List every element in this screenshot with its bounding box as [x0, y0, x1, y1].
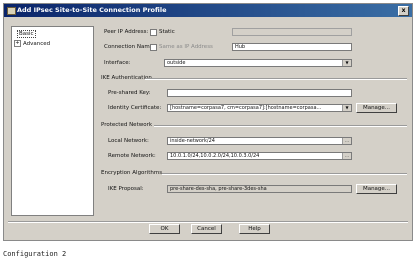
divider [154, 125, 407, 127]
chevron-down-icon[interactable]: ▼ [342, 105, 351, 111]
dialog-window: Add IPsec Site-to-Site Connection Profil… [3, 3, 413, 241]
connection-name-input[interactable]: Hub [232, 43, 352, 51]
tree-item-basic[interactable]: Basic [17, 30, 36, 38]
ellipsis-icon[interactable]: … [342, 153, 351, 159]
close-button[interactable]: x [398, 6, 409, 16]
identity-certificate-value: [hostname=corpasa7, cm=corpasa7]:[hostna… [170, 105, 322, 111]
static-checkbox[interactable] [150, 29, 157, 36]
ok-button[interactable]: OK [149, 224, 180, 234]
manage-certificate-button[interactable]: Manage... [356, 103, 397, 113]
same-as-ip-checkbox[interactable] [150, 44, 157, 51]
local-network-select[interactable]: inside-network/24 … [167, 137, 352, 145]
local-network-label: Local Network: [108, 138, 149, 144]
remote-network-label: Remote Network: [108, 153, 156, 159]
chevron-down-icon[interactable]: ▼ [342, 60, 351, 66]
divider [8, 221, 408, 223]
protected-network-heading: Protected Network [101, 122, 153, 128]
identity-certificate-select[interactable]: [hostname=corpasa7, cm=corpasa7]:[hostna… [167, 104, 352, 112]
expand-icon[interactable]: + [14, 40, 21, 47]
title-bar[interactable]: Add IPsec Site-to-Site Connection Profil… [4, 4, 412, 17]
static-label: Static [159, 29, 175, 35]
local-network-value: inside-network/24 [170, 138, 215, 144]
same-as-ip-label: Same as IP Address [159, 44, 213, 50]
tree-item-basic-label: Basic [17, 30, 36, 38]
encryption-algorithms-heading: Encryption Algorithms [101, 170, 163, 176]
peer-ip-label: Peer IP Address: [104, 29, 149, 35]
remote-network-select[interactable]: 10.0.1.0/24,10.0.2.0/24,10.0.3.0/24 … [167, 152, 352, 160]
divider [162, 173, 407, 175]
ike-proposal-field[interactable]: pre-share-des-sha, pre-share-3des-sha [167, 185, 352, 193]
interface-value: outside [167, 60, 186, 66]
remote-network-value: 10.0.1.0/24,10.0.2.0/24,10.0.3.0/24 [170, 153, 260, 159]
window-title: Add IPsec Site-to-Site Connection Profil… [17, 6, 167, 14]
tree-item-advanced-label: Advanced [23, 41, 51, 47]
preshared-key-label: Pre-shared Key: [108, 90, 151, 96]
divider [145, 78, 407, 80]
figure-caption: Configuration 2 [3, 250, 67, 258]
navigation-tree: Basic + Advanced [11, 26, 94, 216]
ike-proposal-label: IKE Proposal: [108, 186, 144, 192]
connection-name-label: Connection Name: [104, 44, 155, 50]
manage-proposal-button[interactable]: Manage... [356, 184, 397, 194]
interface-select[interactable]: outside ▼ [164, 59, 352, 67]
peer-ip-input[interactable] [232, 28, 352, 36]
identity-certificate-label: Identity Certificate: [108, 105, 162, 111]
ellipsis-icon[interactable]: … [342, 138, 351, 144]
tree-item-advanced[interactable]: + Advanced [14, 40, 50, 47]
app-icon [7, 7, 16, 15]
help-button[interactable]: Help [239, 224, 270, 234]
cancel-button[interactable]: Cancel [191, 224, 222, 234]
ike-proposal-value: pre-share-des-sha, pre-share-3des-sha [170, 186, 267, 192]
preshared-key-input[interactable] [167, 89, 352, 97]
interface-label: Interface: [104, 60, 131, 66]
